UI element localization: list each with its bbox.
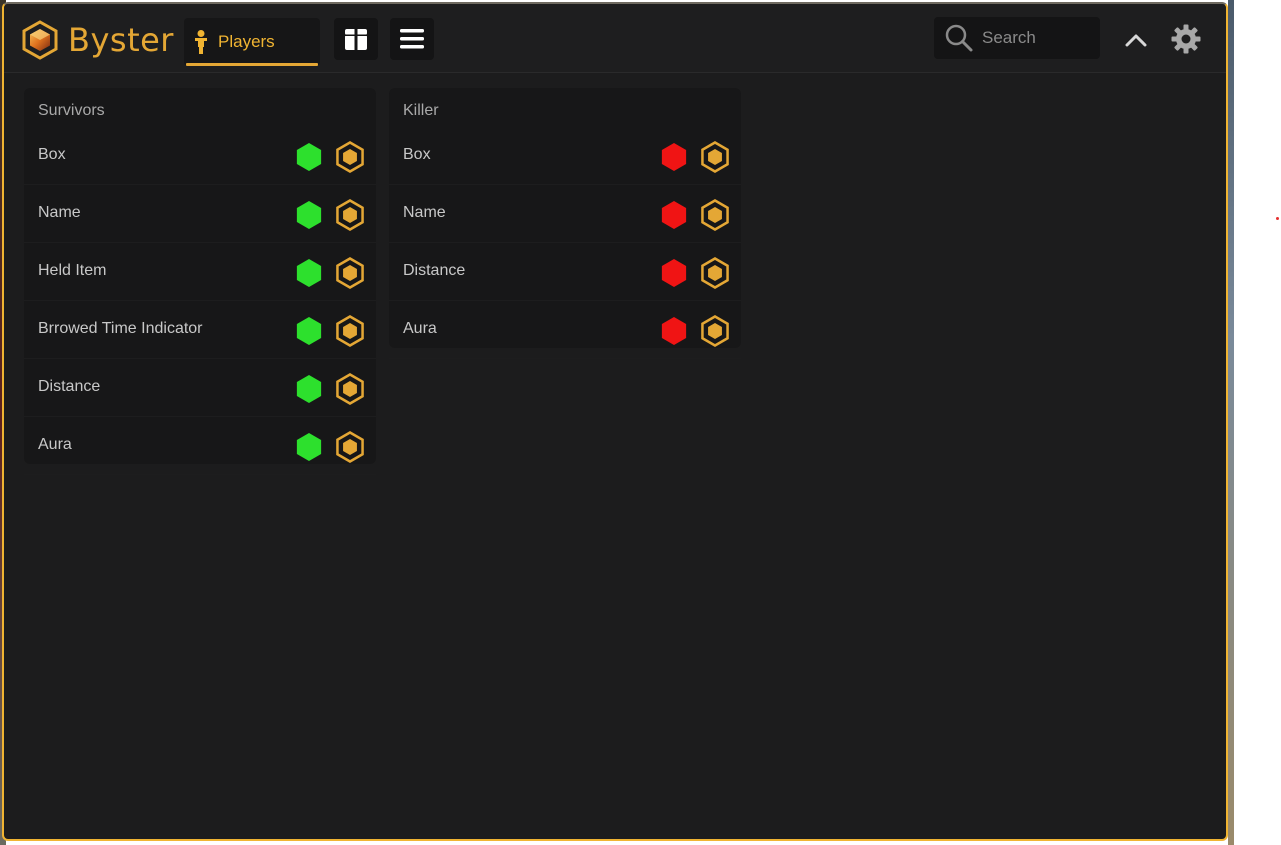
options-hexagon-icon[interactable] <box>699 315 731 347</box>
setting-label: Box <box>403 146 431 163</box>
tab-players-label: Players <box>218 32 275 51</box>
toggle-hexagon-icon[interactable] <box>294 316 324 346</box>
panel-title: Survivors <box>38 102 105 119</box>
package-icon <box>345 29 367 50</box>
chevron-up-icon[interactable] <box>1122 26 1150 54</box>
options-hexagon-icon[interactable] <box>334 141 366 173</box>
setting-label: Aura <box>403 320 437 337</box>
toggle-hexagon-icon[interactable] <box>659 258 689 288</box>
options-hexagon-icon[interactable] <box>699 199 731 231</box>
setting-row: Held Item <box>24 244 376 301</box>
gear-icon[interactable] <box>1170 23 1202 55</box>
search-input[interactable] <box>980 27 1094 49</box>
menu-button[interactable] <box>390 18 434 60</box>
options-hexagon-icon[interactable] <box>334 199 366 231</box>
person-icon <box>195 30 207 54</box>
setting-row: Brrowed Time Indicator <box>24 302 376 359</box>
options-hexagon-icon[interactable] <box>334 315 366 347</box>
setting-row: Name <box>389 186 741 243</box>
options-hexagon-icon[interactable] <box>334 373 366 405</box>
background-strip <box>1228 0 1234 845</box>
setting-label: Box <box>38 146 66 163</box>
setting-label: Distance <box>403 262 466 279</box>
menu-icon <box>400 29 424 49</box>
setting-label: Name <box>403 204 446 221</box>
setting-row: Distance <box>24 360 376 417</box>
setting-label: Aura <box>38 436 72 453</box>
app-logo: Byster <box>20 18 174 62</box>
survivors-panel: Survivors Box Name Held Item Brrowed Time I… <box>24 88 376 475</box>
setting-row: Aura <box>24 418 376 475</box>
panel-title: Killer <box>403 102 439 119</box>
package-button[interactable] <box>334 18 378 60</box>
app-window: Byster Players Search Survivors Box Name… <box>2 2 1228 841</box>
setting-label: Distance <box>38 378 101 395</box>
setting-row: Aura <box>389 302 741 359</box>
toggle-hexagon-icon[interactable] <box>659 142 689 172</box>
toggle-hexagon-icon[interactable] <box>294 258 324 288</box>
setting-label: Name <box>38 204 81 221</box>
setting-row: Name <box>24 186 376 243</box>
options-hexagon-icon[interactable] <box>699 257 731 289</box>
toggle-hexagon-icon[interactable] <box>294 200 324 230</box>
search-icon <box>945 24 973 52</box>
top-bar: Byster Players <box>4 4 1226 73</box>
toggle-hexagon-icon[interactable] <box>659 316 689 346</box>
options-hexagon-icon[interactable] <box>699 141 731 173</box>
toggle-hexagon-icon[interactable] <box>294 374 324 404</box>
options-hexagon-icon[interactable] <box>334 257 366 289</box>
setting-row: Box <box>389 128 741 185</box>
setting-row: Box <box>24 128 376 185</box>
setting-label: Held Item <box>38 262 107 279</box>
toggle-hexagon-icon[interactable] <box>294 142 324 172</box>
killer-panel: Killer Box Name Distance Aura <box>389 88 741 359</box>
toggle-hexagon-icon[interactable] <box>294 432 324 462</box>
setting-label: Brrowed Time Indicator <box>38 320 203 337</box>
options-hexagon-icon[interactable] <box>334 431 366 463</box>
tab-players[interactable]: Players <box>184 18 320 66</box>
background-dot <box>1276 217 1279 220</box>
toggle-hexagon-icon[interactable] <box>659 200 689 230</box>
byster-logo-icon <box>22 20 58 60</box>
setting-row: Distance <box>389 244 741 301</box>
app-name: Byster <box>68 21 174 59</box>
search-box[interactable] <box>934 17 1100 59</box>
active-tab-indicator <box>186 63 318 66</box>
